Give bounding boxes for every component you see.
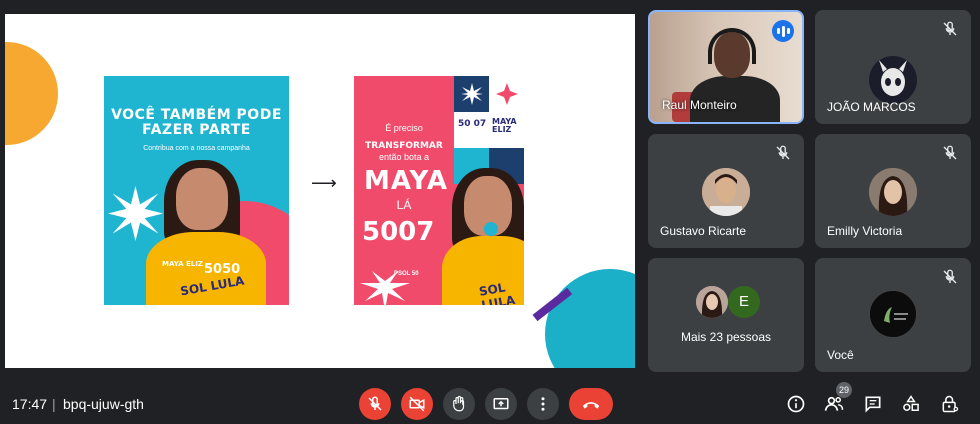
mic-off-icon [943, 21, 957, 36]
host-controls-button[interactable] [939, 393, 961, 415]
avatar-group: E [696, 286, 766, 318]
decorative-dot [484, 222, 498, 236]
poster-line1: É preciso [385, 123, 423, 133]
participant-name: JOÃO MARCOS [827, 100, 916, 114]
mic-toggle-button[interactable] [359, 388, 391, 420]
present-icon [493, 398, 509, 410]
arrow-icon: ⟶ [311, 173, 337, 193]
hand-icon [453, 395, 465, 412]
candidate-photo-face [176, 168, 228, 230]
participant-name: Você [827, 348, 854, 362]
chat-icon [865, 396, 881, 413]
shared-presentation: VOCÊ TAMBÉM PODE FAZER PARTE Contribua c… [5, 14, 635, 368]
participant-tile-gustavo[interactable]: Gustavo Ricarte [648, 134, 804, 248]
grid-name: MAYA ELIZ [492, 117, 517, 134]
decorative-orange-circle [5, 42, 58, 145]
meeting-info-button[interactable] [785, 393, 807, 415]
participant-name: Emilly Victoria [827, 224, 903, 238]
mic-off-icon [943, 145, 957, 160]
participant-name: Raul Monteiro [662, 98, 737, 112]
separator: | [52, 396, 56, 412]
campaign-poster-left: VOCÊ TAMBÉM PODE FAZER PARTE Contribua c… [104, 76, 289, 305]
decorative-teal-circle [545, 269, 635, 368]
more-participants-tile[interactable]: E Mais 23 pessoas [648, 258, 804, 372]
mic-off-icon [943, 269, 957, 284]
participant-name: Gustavo Ricarte [660, 224, 747, 238]
lock-person-icon [942, 395, 959, 413]
raise-hand-button[interactable] [443, 388, 475, 420]
leave-call-button[interactable] [569, 388, 613, 420]
more-options-button[interactable] [527, 388, 559, 420]
more-participants-label: Mais 23 pessoas [680, 330, 772, 344]
more-vert-icon [541, 397, 545, 411]
poster-subline: Contribua com a nossa campanha [143, 145, 250, 152]
poster-number: 5007 [362, 217, 435, 247]
participant-tile-self[interactable]: Você [815, 258, 971, 372]
activities-icon [903, 395, 919, 411]
meeting-toolbar: 17:47 | bpq-ujuw-gth 29 [0, 382, 980, 424]
info-icon [787, 395, 805, 413]
participant-tile-joao[interactable]: JOÃO MARCOS [815, 10, 971, 124]
people-count-badge: 29 [836, 382, 853, 398]
starburst-shape [108, 186, 163, 241]
avatar [869, 290, 917, 338]
grid-number: 50 07 [458, 119, 487, 129]
poster-name: MAYA [364, 166, 448, 196]
poster-la: LÁ [396, 198, 412, 212]
campaign-poster-right: 50 07 MAYA ELIZ É preciso TRANSFORMAR en… [354, 76, 524, 305]
present-screen-button[interactable] [485, 388, 517, 420]
hangup-icon [582, 402, 600, 409]
poster-party: PSOL 50 [394, 271, 419, 277]
poster-headline: VOCÊ TAMBÉM PODE FAZER PARTE [111, 107, 282, 138]
mic-off-icon [368, 396, 382, 411]
meeting-code: bpq-ujuw-gth [63, 396, 144, 412]
speaking-indicator-icon [772, 20, 794, 42]
poster-line2: TRANSFORMAR [365, 141, 443, 151]
participant-tile-raul[interactable]: Raul Monteiro [648, 10, 804, 124]
camera-toggle-button[interactable] [401, 388, 433, 420]
chat-button[interactable] [862, 393, 884, 415]
camera-off-icon [409, 396, 425, 412]
poster-candidate-name: MAYA ELIZ [162, 260, 203, 268]
clock: 17:47 [12, 396, 48, 412]
avatar [869, 56, 917, 104]
avatar [869, 168, 917, 216]
activities-button[interactable] [900, 393, 922, 415]
avatar-letter: E [728, 286, 760, 318]
avatar [702, 168, 750, 216]
participant-tile-emilly[interactable]: Emilly Victoria [815, 134, 971, 248]
avatar [696, 286, 728, 318]
mic-off-icon [776, 145, 790, 160]
poster-line3: então bota a [378, 152, 430, 162]
